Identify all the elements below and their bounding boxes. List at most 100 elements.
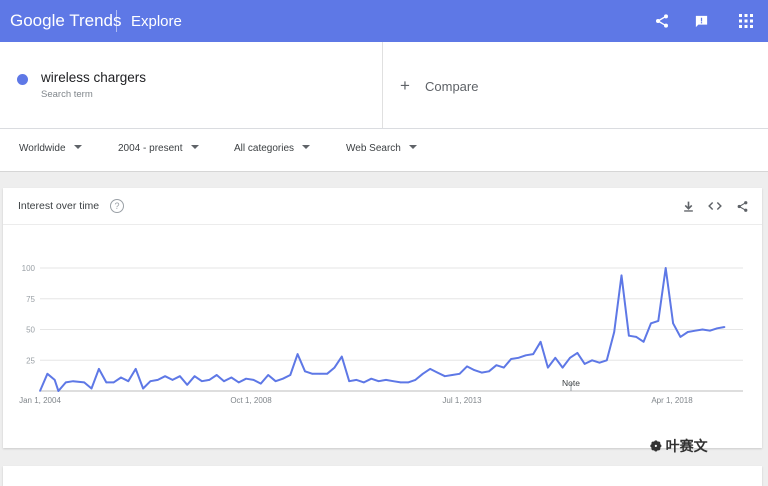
data-point[interactable] [716, 327, 719, 330]
data-point[interactable] [46, 372, 49, 375]
data-point[interactable] [120, 376, 122, 379]
data-point[interactable] [90, 387, 93, 390]
data-point[interactable] [502, 366, 505, 369]
data-point[interactable] [333, 366, 336, 369]
data-point[interactable] [370, 377, 373, 380]
data-point[interactable] [606, 359, 608, 362]
data-point[interactable] [289, 374, 292, 376]
data-point[interactable] [208, 379, 211, 381]
data-point[interactable] [480, 371, 483, 374]
share-icon[interactable] [651, 10, 673, 32]
data-point[interactable] [628, 334, 630, 337]
data-point[interactable] [399, 381, 402, 384]
data-point[interactable] [701, 328, 704, 331]
data-point[interactable] [554, 356, 557, 359]
region-dropdown[interactable]: Worldwide [19, 143, 82, 154]
data-point[interactable] [421, 372, 424, 375]
data-point[interactable] [215, 374, 218, 376]
data-point[interactable] [436, 371, 439, 374]
data-point[interactable] [488, 370, 490, 373]
time-range-dropdown[interactable]: 2004 - present [118, 143, 199, 154]
data-point[interactable] [377, 380, 380, 382]
data-point[interactable] [569, 356, 571, 359]
search-type-dropdown[interactable]: Web Search [346, 143, 417, 154]
data-point[interactable] [179, 375, 181, 378]
data-point[interactable] [598, 361, 601, 364]
data-point[interactable] [444, 375, 446, 378]
data-point[interactable] [620, 274, 623, 277]
data-point[interactable] [72, 380, 74, 382]
data-point[interactable] [127, 380, 130, 382]
data-point[interactable] [355, 379, 358, 381]
data-point[interactable] [134, 368, 137, 370]
data-point[interactable] [348, 380, 350, 382]
data-point[interactable] [230, 376, 233, 379]
category-dropdown[interactable]: All categories [234, 143, 311, 154]
data-point[interactable] [517, 356, 520, 359]
data-point[interactable] [642, 341, 645, 343]
data-point[interactable] [267, 374, 269, 376]
data-point[interactable] [414, 379, 417, 381]
data-point[interactable] [83, 381, 85, 384]
data-point[interactable] [142, 387, 144, 390]
data-point[interactable] [466, 365, 468, 368]
google-trends-logo[interactable]: Google Trends [10, 11, 122, 31]
data-point[interactable] [363, 381, 365, 384]
data-point[interactable] [171, 379, 174, 381]
data-point[interactable] [245, 377, 247, 380]
data-point[interactable] [223, 380, 225, 382]
data-point[interactable] [525, 354, 527, 357]
data-point[interactable] [105, 381, 108, 384]
data-point[interactable] [429, 368, 431, 370]
data-point[interactable] [635, 336, 638, 338]
data-point[interactable] [664, 267, 667, 269]
data-point[interactable] [39, 390, 41, 392]
data-point[interactable] [193, 375, 196, 378]
data-point[interactable] [650, 322, 652, 325]
data-point[interactable] [112, 381, 115, 384]
data-point[interactable] [252, 379, 255, 381]
data-point[interactable] [709, 329, 711, 332]
data-point[interactable] [282, 377, 284, 380]
data-point[interactable] [149, 380, 152, 382]
data-point[interactable] [407, 381, 409, 384]
data-point[interactable] [164, 375, 166, 378]
data-point[interactable] [98, 368, 100, 370]
feedback-icon[interactable] [690, 10, 712, 32]
data-point[interactable] [510, 358, 512, 360]
data-point[interactable] [156, 379, 159, 381]
data-point[interactable] [296, 353, 299, 355]
data-point[interactable] [694, 329, 696, 332]
data-point[interactable] [672, 322, 674, 325]
data-point[interactable] [576, 352, 579, 354]
data-point[interactable] [613, 331, 615, 333]
data-point[interactable] [686, 331, 689, 333]
data-point[interactable] [57, 390, 60, 392]
data-point[interactable] [53, 379, 56, 381]
data-point[interactable] [679, 336, 682, 338]
data-point[interactable] [561, 366, 564, 369]
data-point[interactable] [451, 374, 454, 376]
data-point[interactable] [341, 355, 343, 358]
data-point[interactable] [657, 320, 660, 322]
data-point[interactable] [539, 341, 542, 343]
data-point[interactable] [547, 366, 549, 369]
data-point[interactable] [201, 380, 203, 382]
apps-grid-icon[interactable] [735, 10, 757, 32]
data-point[interactable] [64, 381, 67, 384]
data-point[interactable] [326, 372, 328, 375]
data-point[interactable] [186, 384, 189, 386]
data-point[interactable] [318, 372, 321, 375]
data-point[interactable] [583, 363, 586, 365]
data-point[interactable] [473, 369, 476, 371]
note-label[interactable]: Note [562, 378, 580, 388]
data-point[interactable] [392, 380, 395, 382]
search-term-text[interactable]: wireless chargers [41, 70, 146, 85]
data-point[interactable] [385, 379, 387, 381]
data-point[interactable] [532, 353, 535, 355]
data-point[interactable] [304, 370, 306, 373]
data-point[interactable] [591, 359, 593, 362]
data-point[interactable] [495, 364, 498, 366]
data-point[interactable] [311, 372, 314, 375]
data-point[interactable] [260, 382, 262, 385]
